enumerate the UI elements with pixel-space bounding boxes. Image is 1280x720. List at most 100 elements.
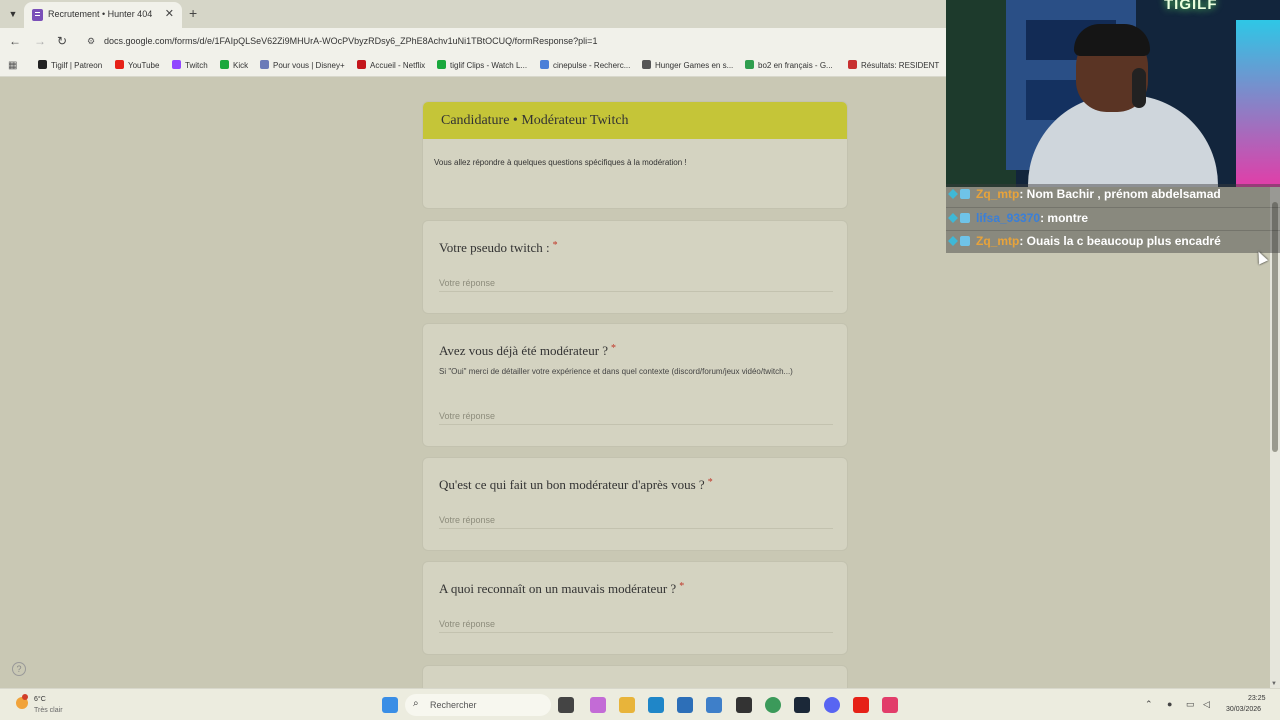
- question-card: Qu'est ce qui fait un bon modérateur d'a…: [422, 457, 848, 551]
- microphone-icon[interactable]: ●: [1167, 699, 1172, 709]
- notification-badge: [22, 694, 28, 700]
- drive-icon: [745, 60, 754, 69]
- badge-icon: [948, 213, 958, 223]
- obs-icon[interactable]: [736, 697, 752, 713]
- chat-message: Zq_mtp: Nom Bachir , prénom abdelsamad: [946, 184, 1280, 207]
- discord-icon[interactable]: [824, 697, 840, 713]
- chat-username: Zq_mtp: [976, 187, 1020, 201]
- headset: [1132, 68, 1146, 108]
- close-tab-icon[interactable]: ✕: [165, 7, 174, 20]
- scroll-down-icon[interactable]: ▼: [1271, 681, 1277, 687]
- question-title: Avez vous déjà été modérateur ? *: [439, 343, 617, 358]
- globe-icon: [642, 60, 651, 69]
- chat-username: lifsa_93370: [976, 211, 1041, 225]
- question-title: A quoi reconnaît on un mauvais modérateu…: [439, 581, 685, 596]
- file-explorer-icon[interactable]: [619, 697, 635, 713]
- youtube-icon[interactable]: [853, 697, 869, 713]
- start-icon[interactable]: [382, 697, 398, 713]
- answer-input[interactable]: Votre réponse: [439, 278, 833, 292]
- badge-icon: [948, 236, 958, 246]
- required-marker: *: [552, 240, 558, 251]
- bookmark-patreon[interactable]: Tigilf | Patreon: [38, 60, 102, 70]
- badge-icon: [960, 213, 970, 223]
- help-button[interactable]: ?: [12, 662, 26, 676]
- google-icon: [540, 60, 549, 69]
- url-text[interactable]: docs.google.com/forms/d/e/1FAIpQLSeV62Zi…: [104, 36, 597, 46]
- form-title: Candidature • Modérateur Twitch: [423, 102, 847, 139]
- search-placeholder: Rechercher: [430, 700, 477, 710]
- question-card: [422, 665, 848, 688]
- steam-icon[interactable]: [794, 697, 810, 713]
- bookmark-resident[interactable]: Résultats: RESIDENT: [848, 60, 939, 70]
- store-icon[interactable]: [677, 697, 693, 713]
- answer-input[interactable]: Votre réponse: [439, 515, 833, 529]
- question-card: A quoi reconnaît on un mauvais modérateu…: [422, 561, 848, 655]
- answer-input[interactable]: Votre réponse: [439, 619, 833, 633]
- network-icon[interactable]: ▭: [1186, 699, 1195, 710]
- copilot-icon[interactable]: [590, 697, 606, 713]
- bookmark-disney[interactable]: Pour vous | Disney+: [260, 60, 345, 70]
- taskbar-search[interactable]: ⌕ Rechercher: [405, 694, 551, 716]
- windows-taskbar: 6°C Très clair ⌕ Rechercher ⌃ ● ▭ ◁ 23:2…: [0, 688, 1280, 720]
- question-help-text: Si "Oui" merci de détailler votre expéri…: [439, 367, 793, 376]
- google-forms-icon: [32, 9, 43, 21]
- tiktok-icon[interactable]: [882, 697, 898, 713]
- apps-grid-icon[interactable]: ▦: [8, 60, 17, 71]
- kick-icon: [437, 60, 446, 69]
- kick-icon: [220, 60, 229, 69]
- question-title: Votre pseudo twitch : *: [439, 240, 558, 255]
- tab-search-icon[interactable]: ▼: [6, 7, 20, 21]
- bookmark-hunger-games[interactable]: Hunger Games en s...: [642, 60, 733, 70]
- badge-icon: [948, 189, 958, 199]
- question-title: Qu'est ce qui fait un bon modérateur d'a…: [439, 477, 713, 492]
- forward-button[interactable]: →: [34, 34, 46, 48]
- clock-time[interactable]: 23:25: [1248, 695, 1266, 702]
- tab-title: Recrutement • Hunter 404: [48, 9, 153, 19]
- chat-text: : montre: [1040, 211, 1089, 225]
- browser-tab[interactable]: Recrutement • Hunter 404 ✕: [24, 2, 182, 28]
- chat-message: Zq_mtp: Ouais la c beaucoup plus encadré: [946, 230, 1280, 253]
- chat-text: : Nom Bachir , prénom abdelsamad: [1019, 187, 1221, 201]
- chat-message: lifsa_93370: montre: [946, 207, 1280, 230]
- bookmark-cinepulse[interactable]: cinepulse - Recherc...: [540, 60, 630, 70]
- task-view-icon[interactable]: [558, 697, 574, 713]
- chat-username: Zq_mtp: [976, 234, 1020, 248]
- badge-icon: [960, 236, 970, 246]
- twitch-icon: [172, 60, 181, 69]
- bookmark-twitch-clips[interactable]: tiglif Clips - Watch L...: [437, 60, 527, 70]
- weather-description[interactable]: Très clair: [34, 707, 63, 714]
- arrow-icon: [848, 60, 857, 69]
- streamer-hair: [1074, 24, 1150, 56]
- netflix-icon: [357, 60, 366, 69]
- bookmark-bo2[interactable]: bo2 en français - G...: [745, 60, 833, 70]
- badge-icon: [960, 189, 970, 199]
- bookmark-kick[interactable]: Kick: [220, 60, 248, 70]
- edge-icon[interactable]: [648, 697, 664, 713]
- clock-date[interactable]: 30/03/2026: [1226, 706, 1261, 713]
- volume-icon[interactable]: ◁: [1203, 699, 1210, 710]
- tray-overflow-icon[interactable]: ⌃: [1145, 699, 1153, 710]
- back-button[interactable]: ←: [9, 34, 21, 48]
- required-marker: *: [611, 343, 617, 354]
- required-marker: *: [679, 581, 685, 592]
- site-info-icon[interactable]: ⚙: [87, 36, 95, 47]
- reload-button[interactable]: ↻: [57, 34, 67, 48]
- address-bar[interactable]: ⚙ docs.google.com/forms/d/e/1FAIpQLSeV62…: [80, 31, 940, 52]
- bookmarks-bar: ▦ Tigilf | Patreon YouTube Twitch Kick P…: [0, 55, 946, 77]
- new-tab-button[interactable]: +: [189, 5, 197, 21]
- disney-icon: [260, 60, 269, 69]
- patreon-icon: [38, 60, 47, 69]
- question-card: Votre pseudo twitch : * Votre réponse: [422, 220, 848, 314]
- bookmark-twitch[interactable]: Twitch: [172, 60, 208, 70]
- app-icon[interactable]: [706, 697, 722, 713]
- led-lights: [1236, 20, 1280, 187]
- chrome-icon[interactable]: [765, 697, 781, 713]
- bookmark-youtube[interactable]: YouTube: [115, 60, 159, 70]
- answer-input[interactable]: Votre réponse: [439, 411, 833, 425]
- neon-sign: TIGILF: [1164, 0, 1218, 13]
- weather-temperature[interactable]: 6°C: [34, 696, 46, 703]
- required-marker: *: [707, 477, 713, 488]
- bookmark-netflix[interactable]: Accueil - Netflix: [357, 60, 425, 70]
- form-header-card: Candidature • Modérateur Twitch Vous all…: [422, 101, 848, 209]
- chat-overlay: Zq_mtp: Nom Bachir , prénom abdelsamad l…: [946, 184, 1280, 253]
